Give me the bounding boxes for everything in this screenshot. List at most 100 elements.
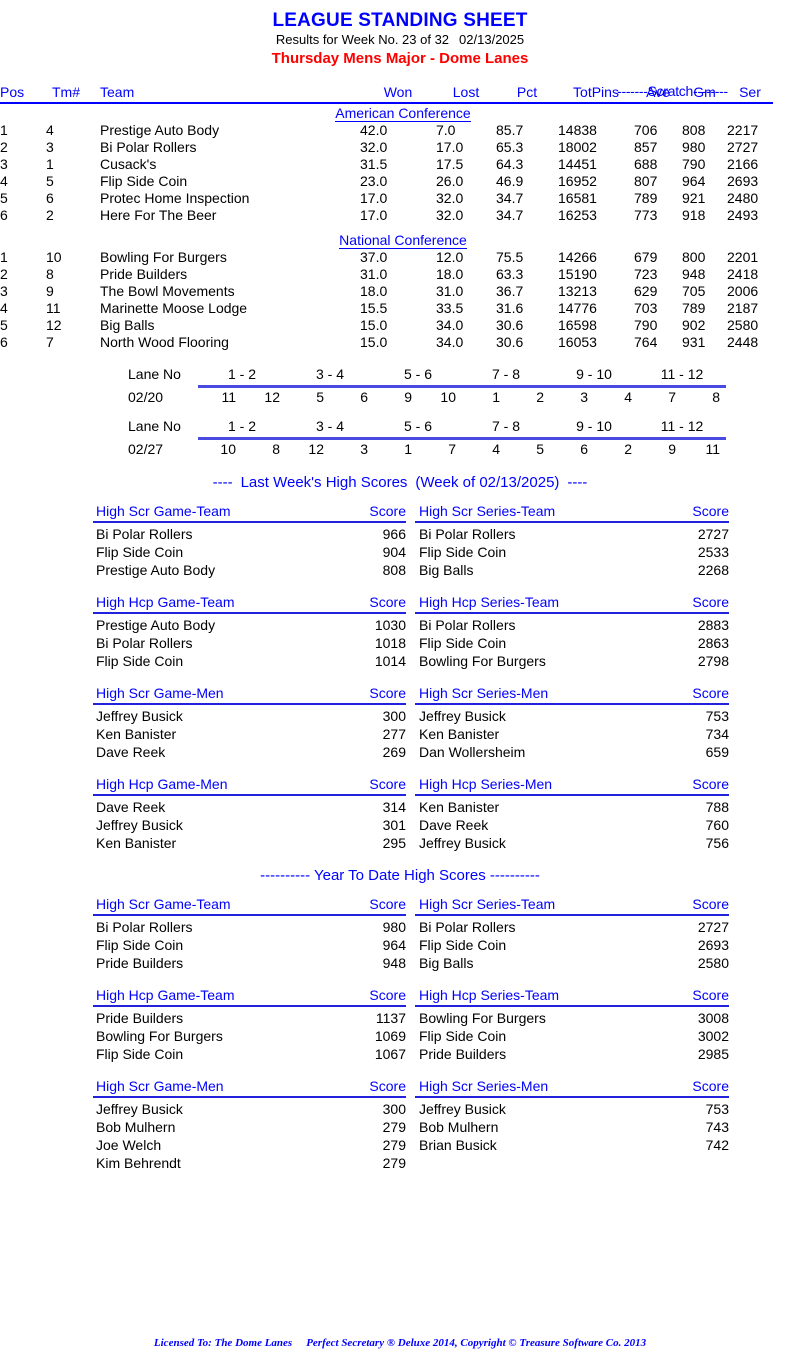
cell-ave: 679	[634, 249, 658, 265]
high-score-left-name: Pride Builders	[96, 1010, 184, 1026]
high-score-left-name: Jeffrey Busick	[96, 708, 183, 724]
cell-totpins: 16952	[558, 173, 597, 189]
high-score-right-name: Flip Side Coin	[419, 635, 507, 651]
high-score-right-title: High Scr Series-Men	[419, 1078, 549, 1094]
high-score-right-score: 756	[705, 835, 729, 851]
high-score-left-score: 295	[382, 835, 406, 851]
cell-won: 23.0	[360, 173, 388, 189]
last-week-banner: ---- Last Week's High Scores (Week of 02/1…	[0, 473, 800, 492]
high-score-left-score: 314	[382, 799, 406, 815]
cell-tm: 3	[46, 139, 54, 155]
cell-pos: 3	[0, 156, 8, 172]
results-date: 02/13/2025	[459, 32, 525, 47]
high-score-right-name: Bi Polar Rollers	[419, 617, 516, 633]
cell-gm: 921	[682, 190, 706, 206]
high-score-gap-cell	[406, 652, 415, 670]
column-header-won: Won	[383, 84, 413, 100]
high-score-row: Bi Polar Rollers 1018 Flip Side Coin 2863	[93, 634, 729, 652]
cell-pct: 64.3	[496, 156, 524, 172]
high-score-left-score: 1030	[374, 617, 406, 633]
cell-pct: 30.6	[496, 317, 524, 333]
cell-spacer	[86, 300, 100, 317]
cell-pos: 5	[0, 317, 8, 333]
cell-ave: 706	[634, 122, 658, 138]
high-score-right-score: 2533	[697, 544, 729, 560]
cell-ave: 688	[634, 156, 658, 172]
high-score-right-score: 788	[705, 799, 729, 815]
cell-pct: 34.7	[496, 190, 524, 206]
high-score-right-score-label: Score	[692, 1078, 729, 1094]
cell-tm: 11	[46, 300, 61, 316]
cell-pos: 3	[0, 283, 8, 299]
high-score-table: High Scr Game-Men Score High Scr Series-Me…	[93, 1077, 729, 1172]
column-header-pos: Pos	[0, 84, 25, 100]
high-score-gap-cell	[406, 798, 415, 816]
high-score-table: High Hcp Game-Team Score High Hcp Series-T…	[93, 593, 729, 670]
lane-pair-label: 1 - 2	[227, 418, 256, 434]
high-score-left-score: 1067	[374, 1046, 406, 1062]
cell-lost: 17.5	[436, 156, 464, 172]
lane-pair-label: 7 - 8	[491, 418, 520, 434]
lane-schedule-section: Lane No 1 - 2 3 - 4 5 - 6 7 - 8 9 - 10 11 - 12…	[0, 365, 800, 459]
cell-won: 15.0	[360, 334, 388, 350]
table-row: 5 12 Big Balls 15.0 34.0 30.6 16598 790 902 2580	[0, 317, 800, 334]
high-score-left-name: Ken Banister	[96, 726, 177, 742]
cell-end	[773, 173, 800, 190]
high-score-gap	[406, 684, 415, 703]
cell-gm: 964	[682, 173, 706, 189]
last-week-banner-right-dashes: ----	[567, 474, 588, 491]
cell-ave: 703	[634, 300, 658, 316]
high-score-row: Flip Side Coin 1014 Bowling For Burgers 279…	[93, 652, 729, 670]
cell-pct: 75.5	[496, 249, 524, 265]
lane-pair-label: 5 - 6	[403, 418, 432, 434]
lane-team-number: 9	[404, 389, 412, 405]
cell-totpins: 15190	[558, 266, 597, 282]
cell-team: Protec Home Inspection	[100, 190, 250, 206]
table-row: 3 9 The Bowl Movements 18.0 31.0 36.7 13213 629…	[0, 283, 800, 300]
high-score-left-score: 966	[382, 526, 406, 542]
high-score-gap	[406, 593, 415, 612]
scratch-group-label: -------Scratch--------	[617, 83, 728, 99]
cell-pct: 46.9	[496, 173, 524, 189]
high-score-left-score-label: Score	[369, 987, 406, 1003]
cell-totpins: 16598	[558, 317, 597, 333]
lane-team-number: 2	[536, 389, 544, 405]
high-score-right-name: Dan Wollersheim	[419, 744, 526, 760]
cell-ave: 773	[634, 207, 658, 223]
conference-name: American Conference	[335, 105, 471, 122]
high-score-left-score-label: Score	[369, 1078, 406, 1094]
high-score-header-row: High Scr Game-Team Score High Scr Series-T…	[93, 895, 729, 914]
table-row: 2 3 Bi Polar Rollers 32.0 17.0 65.3 18002 857 98…	[0, 139, 800, 156]
high-score-right-name: Big Balls	[419, 562, 474, 578]
high-score-gap-cell	[406, 543, 415, 561]
cell-lost: 34.0	[436, 317, 464, 333]
high-score-row: Jeffrey Busick 301 Dave Reek 760	[93, 816, 729, 834]
high-score-right-score: 659	[705, 744, 729, 760]
high-score-right-score: 2727	[697, 919, 729, 935]
cell-spacer	[86, 173, 100, 190]
high-score-group: High Hcp Game-Team Score High Hcp Series-T…	[0, 986, 800, 1063]
lane-team-number: 6	[580, 441, 588, 457]
high-score-right-score-label: Score	[692, 896, 729, 912]
cell-spacer	[86, 283, 100, 300]
lane-pair-label: 3 - 4	[315, 418, 344, 434]
high-score-right-name: Flip Side Coin	[419, 937, 507, 953]
cell-won: 15.0	[360, 317, 388, 333]
cell-totpins: 18002	[558, 139, 597, 155]
cell-end	[773, 139, 800, 156]
high-score-row: Bi Polar Rollers 980 Bi Polar Rollers 2727	[93, 918, 729, 936]
conference-header-row: National Conference	[0, 232, 800, 249]
cell-ser: 2201	[727, 249, 759, 265]
high-score-header-row: High Hcp Game-Team Score High Hcp Series-T…	[93, 593, 729, 612]
high-score-gap-cell	[406, 918, 415, 936]
high-score-group: High Scr Game-Men Score High Scr Series-Me…	[0, 1077, 800, 1172]
last-week-banner-text: Last Week's High Scores	[240, 474, 408, 491]
table-row: 3 1 Cusack's 31.5 17.5 64.3 14451 688 790 2166	[0, 156, 800, 173]
cell-team: Bi Polar Rollers	[100, 139, 197, 155]
high-score-gap-cell	[406, 1136, 415, 1154]
cell-pos: 4	[0, 173, 8, 189]
high-score-right-name: Big Balls	[419, 955, 474, 971]
high-score-left-title: High Scr Game-Team	[96, 503, 231, 519]
high-score-row: Prestige Auto Body 1030 Bi Polar Rollers 28…	[93, 616, 729, 634]
high-score-group: High Scr Game-Team Score High Scr Series-T…	[0, 502, 800, 579]
